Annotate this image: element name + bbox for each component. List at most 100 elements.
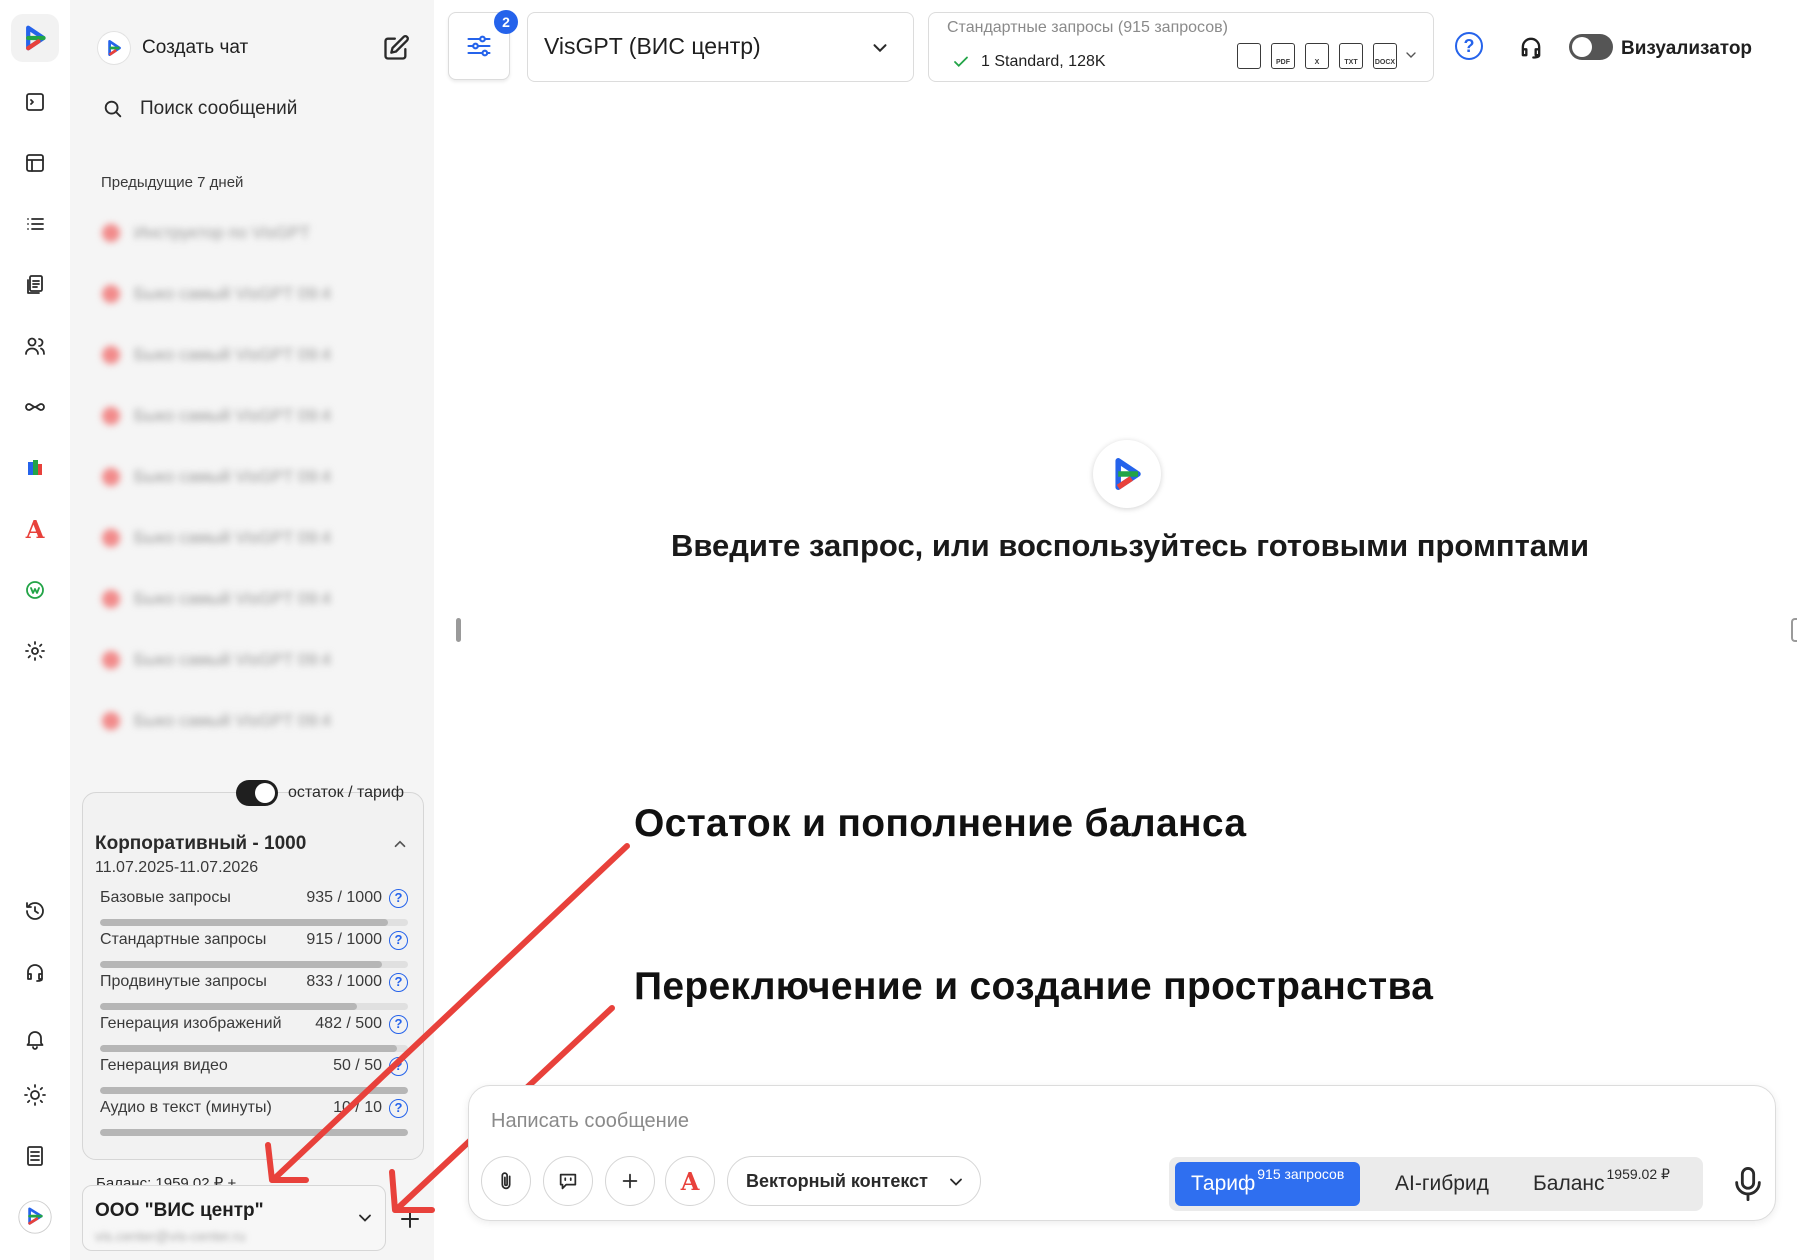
chevron-down-icon — [950, 1178, 962, 1186]
empty-state-prompt: Введите запрос, или воспользуйтесь готов… — [670, 528, 1590, 563]
request-type-title: Стандартные запросы (915 запросов) — [947, 19, 1228, 36]
search-messages-button[interactable]: Поиск сообщений — [102, 98, 297, 120]
usage-row: Генерация видео 50 / 50 ? — [100, 1057, 408, 1097]
toggle-switch[interactable] — [236, 780, 278, 806]
visualizer-label: Визуализатор — [1621, 38, 1753, 59]
mode-ai-hybrid[interactable]: AI-гибрид — [1395, 1162, 1489, 1206]
chat-icon — [102, 529, 120, 547]
request-type-value: 1 Standard, 128K — [981, 53, 1106, 70]
font-a-icon[interactable]: A — [13, 507, 57, 551]
chat-icon — [102, 590, 120, 608]
help-icon[interactable]: ? — [389, 1057, 408, 1076]
prompts-button[interactable] — [543, 1156, 593, 1206]
chevron-down-icon — [873, 44, 887, 53]
books-icon[interactable] — [13, 446, 57, 490]
visualizer-toggle[interactable] — [1569, 34, 1613, 60]
theme-sun-icon[interactable] — [13, 1073, 57, 1117]
mode-tariff[interactable]: Тариф 915 запросов — [1175, 1162, 1361, 1206]
right-panel-handle[interactable] — [1791, 618, 1797, 642]
pdf-file-icon: PDF — [1271, 43, 1295, 69]
documents-icon[interactable] — [13, 263, 57, 307]
edit-icon[interactable] — [382, 34, 410, 62]
profile-avatar-icon[interactable] — [13, 1195, 57, 1239]
model-select[interactable]: VisGPT (ВИС центр) — [527, 12, 914, 82]
help-icon[interactable]: ? — [1455, 32, 1483, 60]
infinity-icon[interactable] — [13, 385, 57, 429]
message-input[interactable]: Написать сообщение — [491, 1110, 689, 1133]
chat-icon — [102, 346, 120, 364]
message-composer: Написать сообщение A Векторный контекст … — [468, 1085, 1776, 1221]
sidebar-resize-handle[interactable] — [456, 618, 461, 642]
nav-rail: A — [0, 0, 70, 1260]
chat-list-item[interactable]: Быко самый VisGPT 09:4 — [102, 585, 402, 613]
vector-context-select[interactable]: Векторный контекст — [727, 1156, 981, 1206]
microphone-icon[interactable] — [1731, 1164, 1765, 1204]
paperclip-icon — [501, 1172, 511, 1190]
chat-icon — [102, 712, 120, 730]
list-icon[interactable] — [13, 202, 57, 246]
usage-bar — [100, 919, 408, 926]
add-workspace-icon[interactable] — [398, 1207, 422, 1231]
users-icon[interactable] — [13, 324, 57, 368]
terminal-icon[interactable] — [13, 80, 57, 124]
chat-list-item[interactable]: Быко самый VisGPT 09:4 — [102, 646, 402, 674]
excel-file-icon: X — [1305, 43, 1329, 69]
font-style-button[interactable]: A — [665, 1156, 715, 1206]
help-icon[interactable]: ? — [389, 889, 408, 908]
help-icon[interactable]: ? — [389, 973, 408, 992]
balance-tariff-toggle[interactable]: остаток / тариф — [236, 780, 404, 806]
notes-icon[interactable] — [13, 1134, 57, 1178]
usage-bar — [100, 961, 408, 968]
chat-bubble-icon — [559, 1173, 577, 1190]
attach-button[interactable] — [481, 1156, 531, 1206]
font-a-icon: A — [680, 1166, 700, 1196]
chat-list-item[interactable]: Быко самый VisGPT 09:4 — [102, 524, 402, 552]
usage-row: Аудио в текст (минуты) 10 / 10 ? — [100, 1099, 408, 1139]
chat-list-item[interactable]: Быко самый VisGPT 09:4 — [102, 402, 402, 430]
check-icon — [954, 56, 968, 68]
history-icon[interactable] — [13, 889, 57, 933]
chat-list-item[interactable]: Быко самый VisGPT 09:4 — [102, 707, 402, 735]
app-logo-icon[interactable] — [11, 14, 59, 62]
new-chat-label: Создать чат — [142, 37, 249, 58]
tariff-card: Корпоративный - 1000 11.07.2025-11.07.20… — [82, 792, 424, 1160]
usage-row: Базовые запросы 935 / 1000 ? — [100, 889, 408, 929]
sliders-icon — [467, 35, 491, 57]
workspace-name: ООО "ВИС центр" — [95, 1200, 264, 1221]
new-chat-button[interactable]: Создать чат — [98, 28, 410, 68]
mode-balance[interactable]: Баланс 1959.02 ₽ — [1533, 1162, 1670, 1206]
chat-icon — [102, 285, 120, 303]
help-icon[interactable]: ? — [389, 1099, 408, 1118]
add-button[interactable] — [605, 1156, 655, 1206]
chevron-up-icon[interactable] — [391, 835, 409, 853]
chat-icon — [102, 224, 120, 242]
request-type-select[interactable]: Стандартные запросы (915 запросов) 1 Sta… — [928, 12, 1434, 82]
chat-list-item[interactable]: Быко самый VisGPT 09:4 — [102, 463, 402, 491]
chat-list-item[interactable]: Быко самый VisGPT 09:4 — [102, 341, 402, 369]
usage-bar — [100, 1087, 408, 1094]
chevron-down-icon — [359, 1214, 371, 1222]
help-icon[interactable]: ? — [389, 931, 408, 950]
format-icons: PDF X TXT DOCX — [1237, 43, 1397, 69]
chevron-down-icon — [1406, 52, 1416, 58]
toggle-label: остаток / тариф — [288, 784, 405, 801]
bell-icon[interactable] — [13, 1017, 57, 1061]
chat-icon — [102, 468, 120, 486]
chat-list-item[interactable]: Быко самый VisGPT 09:4 — [102, 280, 402, 308]
usage-bar — [100, 1003, 408, 1010]
layout-icon[interactable] — [13, 141, 57, 185]
txt-file-icon: TXT — [1339, 43, 1363, 69]
usage-row: Генерация изображений 482 / 500 ? — [100, 1015, 408, 1055]
support-headset-icon[interactable] — [13, 950, 57, 994]
workspace-email: vis.center@vis-center.ru — [95, 1228, 246, 1244]
w-app-icon[interactable] — [13, 568, 57, 612]
help-icon[interactable]: ? — [389, 1015, 408, 1034]
file-icon — [1237, 43, 1261, 69]
settings-icon[interactable] — [13, 629, 57, 673]
search-label: Поиск сообщений — [140, 98, 298, 119]
support-headset-icon[interactable] — [1517, 33, 1545, 61]
workspace-selector[interactable]: ООО "ВИС центр" vis.center@vis-center.ru — [82, 1185, 386, 1251]
section-header: Предыдущие 7 дней — [101, 174, 244, 191]
chat-list-item[interactable]: Инструктор по VisGPT — [102, 219, 402, 247]
usage-row: Продвинутые запросы 833 / 1000 ? — [100, 973, 408, 1013]
